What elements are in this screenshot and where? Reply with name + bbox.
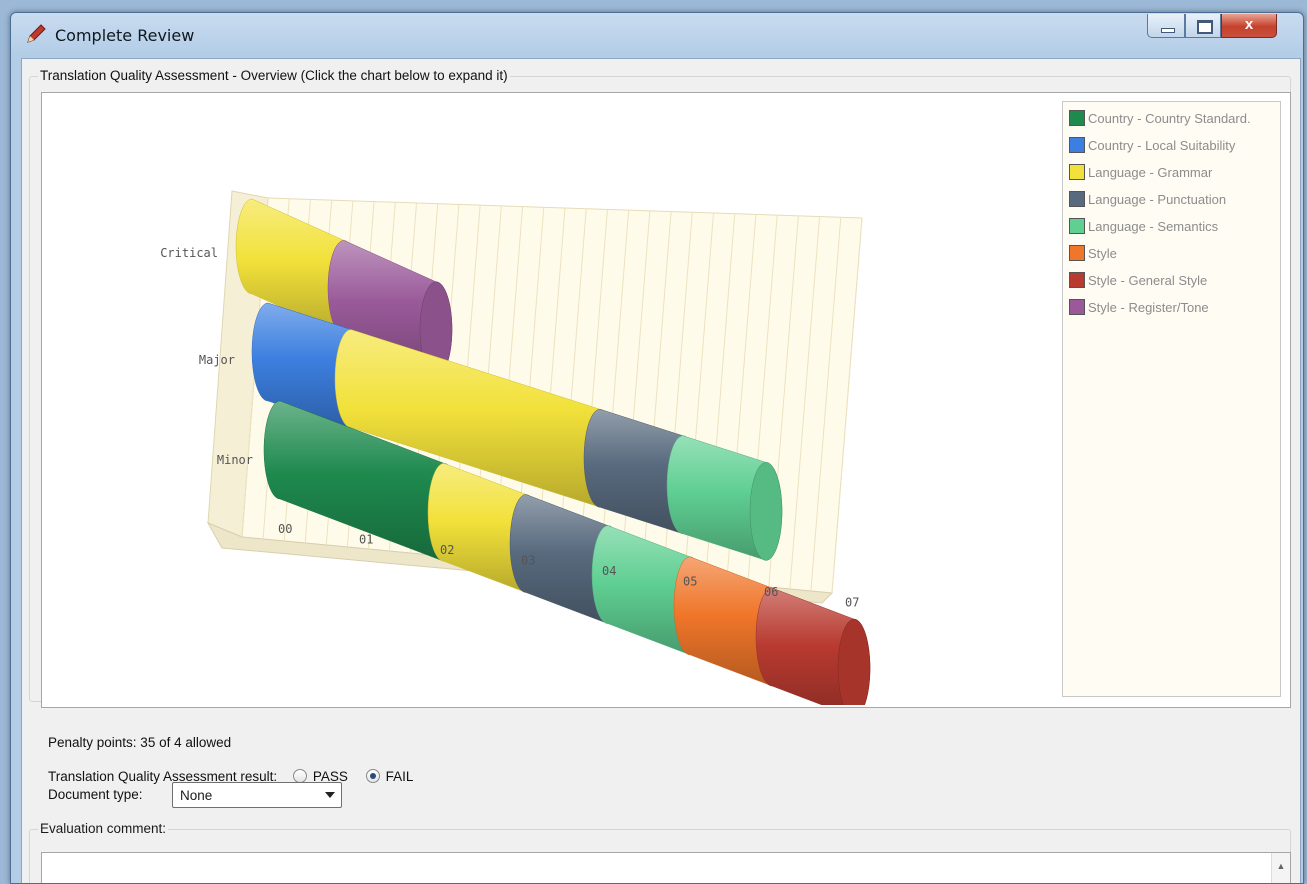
x-tick-label: 02 (440, 543, 454, 557)
document-type-label: Document type: (48, 787, 143, 802)
fail-radio-label[interactable]: FAIL (386, 769, 414, 784)
fail-radio[interactable] (365, 769, 380, 783)
legend-label: Style - General Style (1088, 273, 1208, 288)
legend-label: Language - Semantics (1088, 219, 1219, 234)
minimize-button[interactable] (1147, 14, 1185, 38)
x-tick-label: 07 (845, 596, 859, 610)
bar-end-cap-major (749, 462, 783, 561)
x-tick-label: 01 (359, 533, 373, 547)
title-bar[interactable]: Complete Review x (11, 13, 1303, 57)
scroll-up-icon[interactable]: ▲ (1271, 853, 1290, 883)
legend-swatch (1069, 110, 1085, 126)
legend-label: Style (1088, 246, 1117, 261)
x-tick-label: 06 (764, 585, 778, 599)
category-label-major: Major (199, 353, 235, 367)
legend-swatch (1069, 137, 1085, 153)
chart-group-legend: Translation Quality Assessment - Overvie… (38, 68, 510, 83)
legend-item: Country - Country Standard. (1069, 110, 1251, 128)
stacked-bar-chart[interactable]: Critical Major Minor 00 01 02 03 04 05 06 07 (42, 93, 1052, 705)
comment-legend: Evaluation comment: (38, 821, 169, 836)
legend-swatch (1069, 164, 1085, 180)
fail-radio-option[interactable]: FAIL (365, 769, 414, 784)
legend-item: Style (1069, 245, 1117, 263)
pass-radio[interactable] (292, 769, 307, 783)
legend-item: Country - Local Suitability (1069, 137, 1235, 155)
x-tick-label: 00 (278, 522, 292, 536)
close-button[interactable]: x (1221, 14, 1277, 38)
chart-area[interactable]: Critical Major Minor 00 01 02 03 04 05 06 07 Coun… (41, 92, 1291, 708)
legend-swatch (1069, 191, 1085, 207)
penalty-points: Penalty points: 35 of 4 allowed (48, 735, 232, 750)
category-label-minor: Minor (217, 453, 253, 467)
legend-label: Country - Local Suitability (1088, 138, 1236, 153)
legend-item: Style - Register/Tone (1069, 299, 1209, 317)
legend-item: Style - General Style (1069, 272, 1207, 290)
chevron-down-icon (325, 792, 335, 798)
document-type-select[interactable]: None (172, 782, 342, 808)
maximize-button[interactable] (1185, 14, 1221, 38)
x-tick-label: 05 (683, 575, 697, 589)
legend-swatch (1069, 245, 1085, 261)
window-title: Complete Review (55, 26, 195, 45)
evaluation-comment-input[interactable]: ▲ (41, 852, 1291, 883)
complete-review-window: Complete Review x Translation Quality As… (10, 12, 1304, 884)
maximize-icon (1197, 20, 1213, 34)
document-type-value: None (180, 788, 213, 803)
legend-label: Style - Register/Tone (1088, 300, 1209, 315)
category-label-critical: Critical (160, 246, 218, 260)
dialog-content: Translation Quality Assessment - Overvie… (21, 58, 1301, 883)
legend-label: Language - Punctuation (1088, 192, 1227, 207)
x-tick-label: 04 (602, 564, 616, 578)
legend-swatch (1069, 272, 1085, 288)
legend-label: Country - Country Standard. (1088, 111, 1251, 126)
legend-label: Language - Grammar (1088, 165, 1213, 180)
pencil-icon (27, 24, 46, 43)
minimize-icon (1161, 28, 1175, 33)
close-icon: x (1244, 16, 1254, 33)
legend-swatch (1069, 299, 1085, 315)
legend-swatch (1069, 218, 1085, 234)
legend-item: Language - Grammar (1069, 164, 1212, 182)
legend-item: Language - Semantics (1069, 218, 1218, 236)
x-tick-label: 03 (521, 554, 535, 568)
legend-item: Language - Punctuation (1069, 191, 1226, 209)
chart-legend: Country - Country Standard. Country - Loc… (1062, 101, 1281, 697)
